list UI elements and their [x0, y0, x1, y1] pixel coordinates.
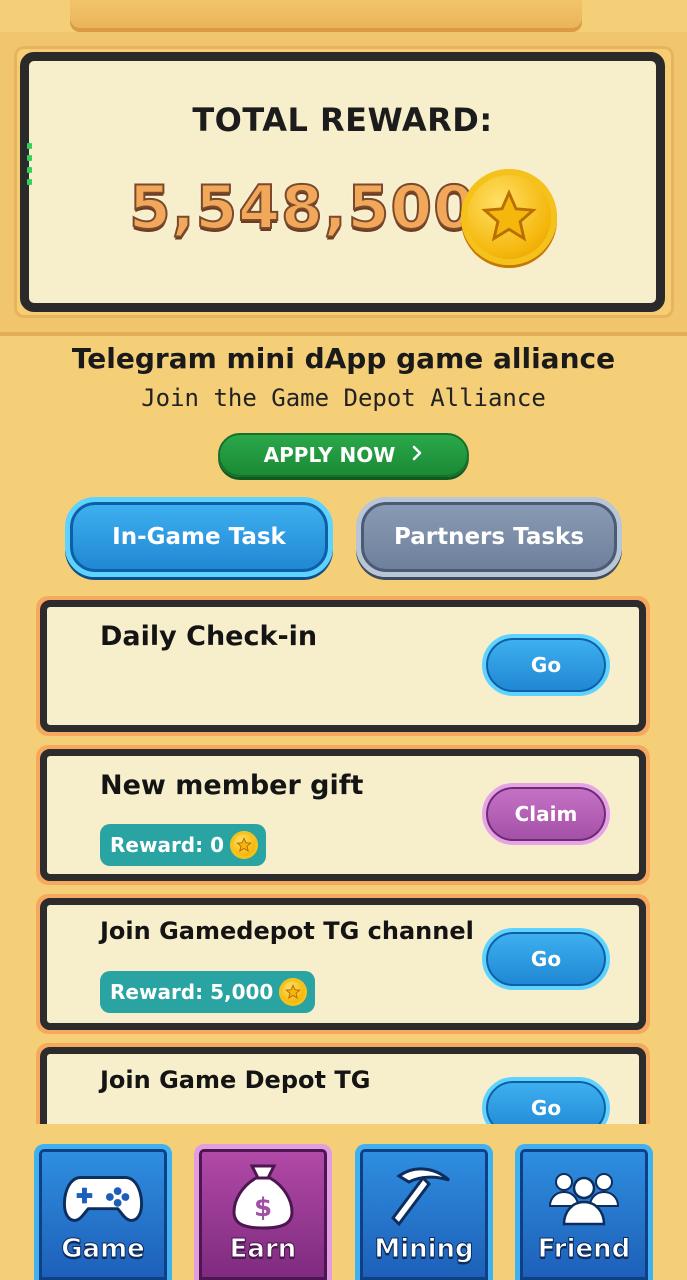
- indicator-light: [27, 155, 32, 161]
- total-reward-label: TOTAL REWARD:: [192, 101, 493, 139]
- chevron-right-icon: [411, 443, 423, 467]
- gamepad-icon: [63, 1162, 143, 1232]
- tab-in-game-task[interactable]: In-Game Task: [65, 497, 333, 577]
- tab-partners-tasks[interactable]: Partners Tasks: [356, 497, 622, 577]
- go-button[interactable]: Go: [482, 1077, 610, 1124]
- task-list[interactable]: Daily Check-in Go New member gift Reward…: [0, 592, 687, 1124]
- go-button[interactable]: Go: [482, 928, 610, 990]
- go-button-label: Go: [530, 653, 562, 677]
- top-decoration: [70, 0, 582, 32]
- nav-game[interactable]: Game: [34, 1144, 172, 1280]
- task-card-body: Join Gamedepot TG channel Reward: 5,000 …: [40, 898, 646, 1030]
- task-card: Daily Check-in Go: [36, 596, 650, 736]
- tab-label: Partners Tasks: [393, 524, 585, 550]
- reward-text: Reward: 0: [110, 833, 224, 857]
- total-reward-screen: TOTAL REWARD: 5,548,500: [20, 52, 665, 312]
- task-card-body: Join Game Depot TG Go: [40, 1047, 646, 1124]
- task-title: Join Gamedepot TG channel: [100, 917, 474, 945]
- total-reward-panel: TOTAL REWARD: 5,548,500: [14, 46, 674, 318]
- claim-button[interactable]: Claim: [482, 783, 610, 845]
- money-bag-icon: $: [223, 1162, 303, 1232]
- tab-label: In-Game Task: [112, 524, 286, 550]
- svg-text:$: $: [254, 1193, 272, 1223]
- nav-mining[interactable]: Mining: [355, 1144, 493, 1280]
- apply-now-button[interactable]: APPLY NOW: [218, 433, 469, 477]
- task-title: New member gift: [100, 770, 364, 801]
- go-button-label: Go: [530, 1096, 562, 1120]
- task-card: Join Game Depot TG Go: [36, 1043, 650, 1124]
- task-title: Join Game Depot TG: [100, 1066, 371, 1094]
- total-reward-value: 5,548,500: [128, 172, 476, 244]
- star-coin-icon: [461, 169, 557, 265]
- alliance-title: Telegram mini dApp game alliance: [71, 342, 616, 375]
- apply-now-label: APPLY NOW: [263, 443, 396, 467]
- task-card-body: New member gift Reward: 0 Claim: [40, 749, 646, 881]
- task-card-body: Daily Check-in Go: [40, 600, 646, 732]
- nav-label: Friend: [537, 1234, 631, 1265]
- indicator-light: [27, 143, 32, 149]
- total-reward-frame: TOTAL REWARD: 5,548,500: [0, 32, 687, 332]
- friends-icon: [544, 1162, 624, 1232]
- task-title: Daily Check-in: [100, 621, 318, 652]
- nav-label: Game: [61, 1234, 146, 1265]
- claim-button-label: Claim: [514, 802, 578, 826]
- bottom-nav: Game $ Earn Mining Friend: [0, 1124, 687, 1280]
- task-card: Join Gamedepot TG channel Reward: 5,000 …: [36, 894, 650, 1034]
- reward-text: Reward: 5,000: [110, 980, 274, 1004]
- go-button[interactable]: Go: [482, 634, 610, 696]
- nav-label: Mining: [374, 1234, 474, 1265]
- star-coin-icon: [279, 978, 308, 1006]
- alliance-subtitle: Join the Game Depot Alliance: [141, 384, 546, 412]
- task-card: New member gift Reward: 0 Claim: [36, 745, 650, 885]
- pickaxe-icon: [384, 1162, 464, 1232]
- star-coin-icon: [230, 831, 258, 859]
- indicator-light: [27, 179, 32, 185]
- indicator-light: [27, 167, 32, 173]
- reward-badge: Reward: 5,000: [100, 971, 316, 1013]
- go-button-label: Go: [530, 947, 562, 971]
- nav-earn[interactable]: $ Earn: [194, 1144, 332, 1280]
- nav-friend[interactable]: Friend: [515, 1144, 653, 1280]
- reward-badge: Reward: 0: [100, 824, 266, 866]
- nav-label: Earn: [229, 1234, 297, 1265]
